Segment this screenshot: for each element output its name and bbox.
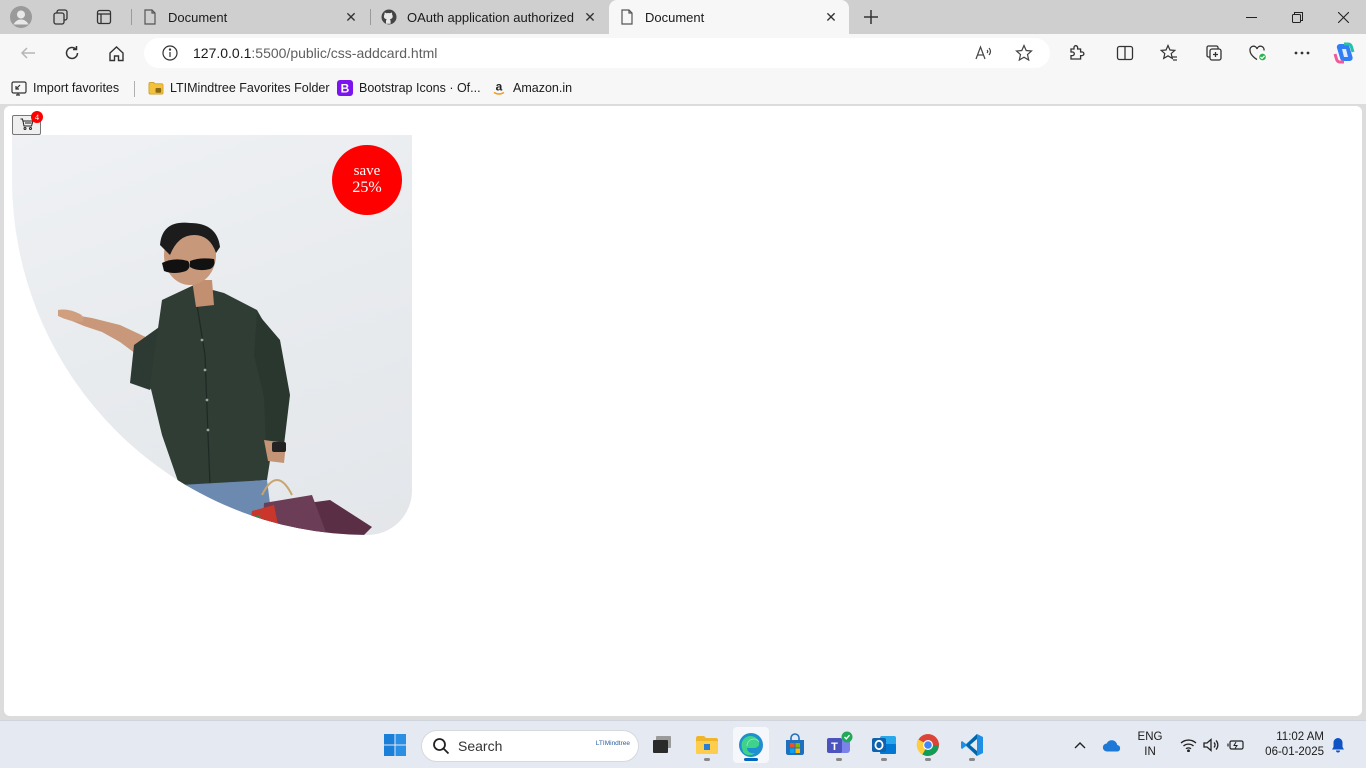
favorite-label: Amazon.in	[513, 81, 573, 95]
site-info-icon[interactable]	[161, 44, 179, 62]
outlook-icon[interactable]	[866, 727, 902, 763]
favorite-star-icon[interactable]	[1011, 40, 1037, 66]
url-text: 127.0.0.1:5500/public/css-addcard.html	[193, 45, 437, 61]
tab-title: Document	[645, 9, 705, 25]
running-indicator	[836, 758, 842, 761]
taskbar-search-input[interactable]: Search LTIMindtree	[421, 730, 639, 762]
collections-icon[interactable]	[1200, 39, 1228, 67]
svg-text:B: B	[341, 82, 350, 96]
close-tab-icon[interactable]: ✕	[343, 9, 359, 25]
tab-strip: Document ✕ OAuth application authorized …	[0, 0, 1366, 34]
extensions-icon[interactable]	[1063, 39, 1091, 67]
vscode-icon[interactable]	[954, 727, 990, 763]
more-options-icon[interactable]	[1288, 39, 1316, 67]
chrome-icon[interactable]	[910, 727, 946, 763]
browser-toolbar: 127.0.0.1:5500/public/css-addcard.html	[0, 34, 1366, 72]
browser-essentials-icon[interactable]	[1244, 39, 1272, 67]
favorites-bar: Import favorites LTIMindtree Favorites F…	[0, 72, 1366, 104]
clock-date: 06-01-2025	[1265, 746, 1324, 758]
github-icon	[381, 9, 397, 25]
cart-count-badge: 4	[31, 111, 43, 123]
restore-icon[interactable]	[1274, 0, 1320, 34]
close-window-icon[interactable]	[1320, 0, 1366, 34]
page-icon	[142, 9, 158, 25]
running-indicator	[704, 758, 710, 761]
favorite-bootstrap-icons[interactable]: B Bootstrap Icons · Of...	[337, 78, 481, 98]
running-indicator	[881, 758, 887, 761]
tab-actions-icon[interactable]	[91, 5, 117, 29]
start-windows-icon[interactable]	[377, 727, 413, 763]
region-code: IN	[1144, 746, 1156, 758]
bootstrap-icon: B	[337, 80, 353, 96]
tab-oauth[interactable]: OAuth application authorized ✕	[371, 0, 608, 34]
favorite-ltimindtree-folder[interactable]: LTIMindtree Favorites Folder	[148, 78, 330, 98]
amazon-icon: a	[491, 80, 507, 96]
save-discount-badge: save 25%	[332, 145, 402, 215]
volume-icon[interactable]	[1201, 721, 1221, 768]
import-icon	[11, 80, 27, 96]
minimize-icon[interactable]	[1228, 0, 1274, 34]
badge-percent-label: 25%	[352, 179, 382, 197]
home-icon[interactable]	[102, 39, 130, 67]
favorite-amazon[interactable]: a Amazon.in	[491, 78, 572, 98]
profile-icon[interactable]	[8, 5, 34, 29]
url-path: :5500/public/css-addcard.html	[251, 45, 438, 61]
edge-icon[interactable]	[733, 727, 769, 763]
favorites-separator	[134, 81, 135, 97]
new-tab-icon[interactable]	[858, 5, 884, 29]
refresh-icon[interactable]	[58, 39, 86, 67]
ltimindtree-logo: LTIMindtree	[595, 740, 630, 747]
address-bar[interactable]: 127.0.0.1:5500/public/css-addcard.html	[144, 38, 1050, 68]
folder-icon	[148, 80, 164, 96]
wifi-icon[interactable]	[1178, 721, 1198, 768]
system-clock[interactable]: 11:02 AM 06-01-2025	[1256, 730, 1324, 760]
svg-text:T: T	[831, 741, 838, 753]
microsoft-store-icon[interactable]	[777, 727, 813, 763]
show-hidden-icons-chevron-icon[interactable]	[1071, 721, 1089, 768]
running-indicator	[969, 758, 975, 761]
search-icon	[432, 737, 450, 755]
favorite-label: Import favorites	[33, 81, 120, 95]
tab-title: Document	[168, 9, 228, 25]
page-icon	[619, 9, 635, 25]
read-aloud-icon[interactable]	[971, 40, 997, 66]
running-indicator	[925, 758, 931, 761]
close-tab-icon[interactable]: ✕	[823, 9, 839, 25]
tab-document-1[interactable]: Document ✕	[132, 0, 369, 34]
badge-save-label: save	[353, 162, 381, 179]
notification-bell-icon[interactable]	[1328, 721, 1348, 768]
task-view-icon[interactable]	[644, 727, 680, 763]
workspaces-icon[interactable]	[48, 5, 74, 29]
copilot-icon[interactable]	[1330, 39, 1358, 67]
teams-icon[interactable]: T	[821, 727, 857, 763]
battery-icon[interactable]	[1226, 721, 1246, 768]
tab-title: OAuth application authorized	[407, 9, 574, 25]
file-explorer-icon[interactable]	[689, 727, 725, 763]
svg-text:a: a	[496, 80, 503, 94]
url-host: 127.0.0.1	[193, 45, 252, 61]
onedrive-icon[interactable]	[1101, 721, 1123, 768]
product-image: save 25%	[12, 135, 412, 535]
favorite-label: Bootstrap Icons · Of...	[359, 81, 481, 95]
close-tab-icon[interactable]: ✕	[582, 9, 598, 25]
favorite-import[interactable]: Import favorites	[11, 78, 119, 98]
running-indicator	[744, 758, 758, 761]
search-placeholder: Search	[458, 738, 503, 754]
windows-taskbar: Search LTIMindtree T ENG IN 11:02 AM 06-…	[0, 720, 1366, 768]
favorites-icon[interactable]	[1155, 39, 1183, 67]
language-indicator[interactable]: ENG IN	[1136, 730, 1164, 760]
favorite-label: LTIMindtree Favorites Folder	[170, 81, 330, 95]
back-icon[interactable]	[14, 39, 42, 67]
split-screen-icon[interactable]	[1111, 39, 1139, 67]
language-code: ENG	[1137, 731, 1163, 743]
tab-document-active[interactable]: Document ✕	[609, 0, 849, 34]
page-viewport: 4 save 25%	[4, 106, 1362, 716]
clock-time: 11:02 AM	[1276, 731, 1324, 743]
product-card: save 25%	[12, 135, 412, 535]
